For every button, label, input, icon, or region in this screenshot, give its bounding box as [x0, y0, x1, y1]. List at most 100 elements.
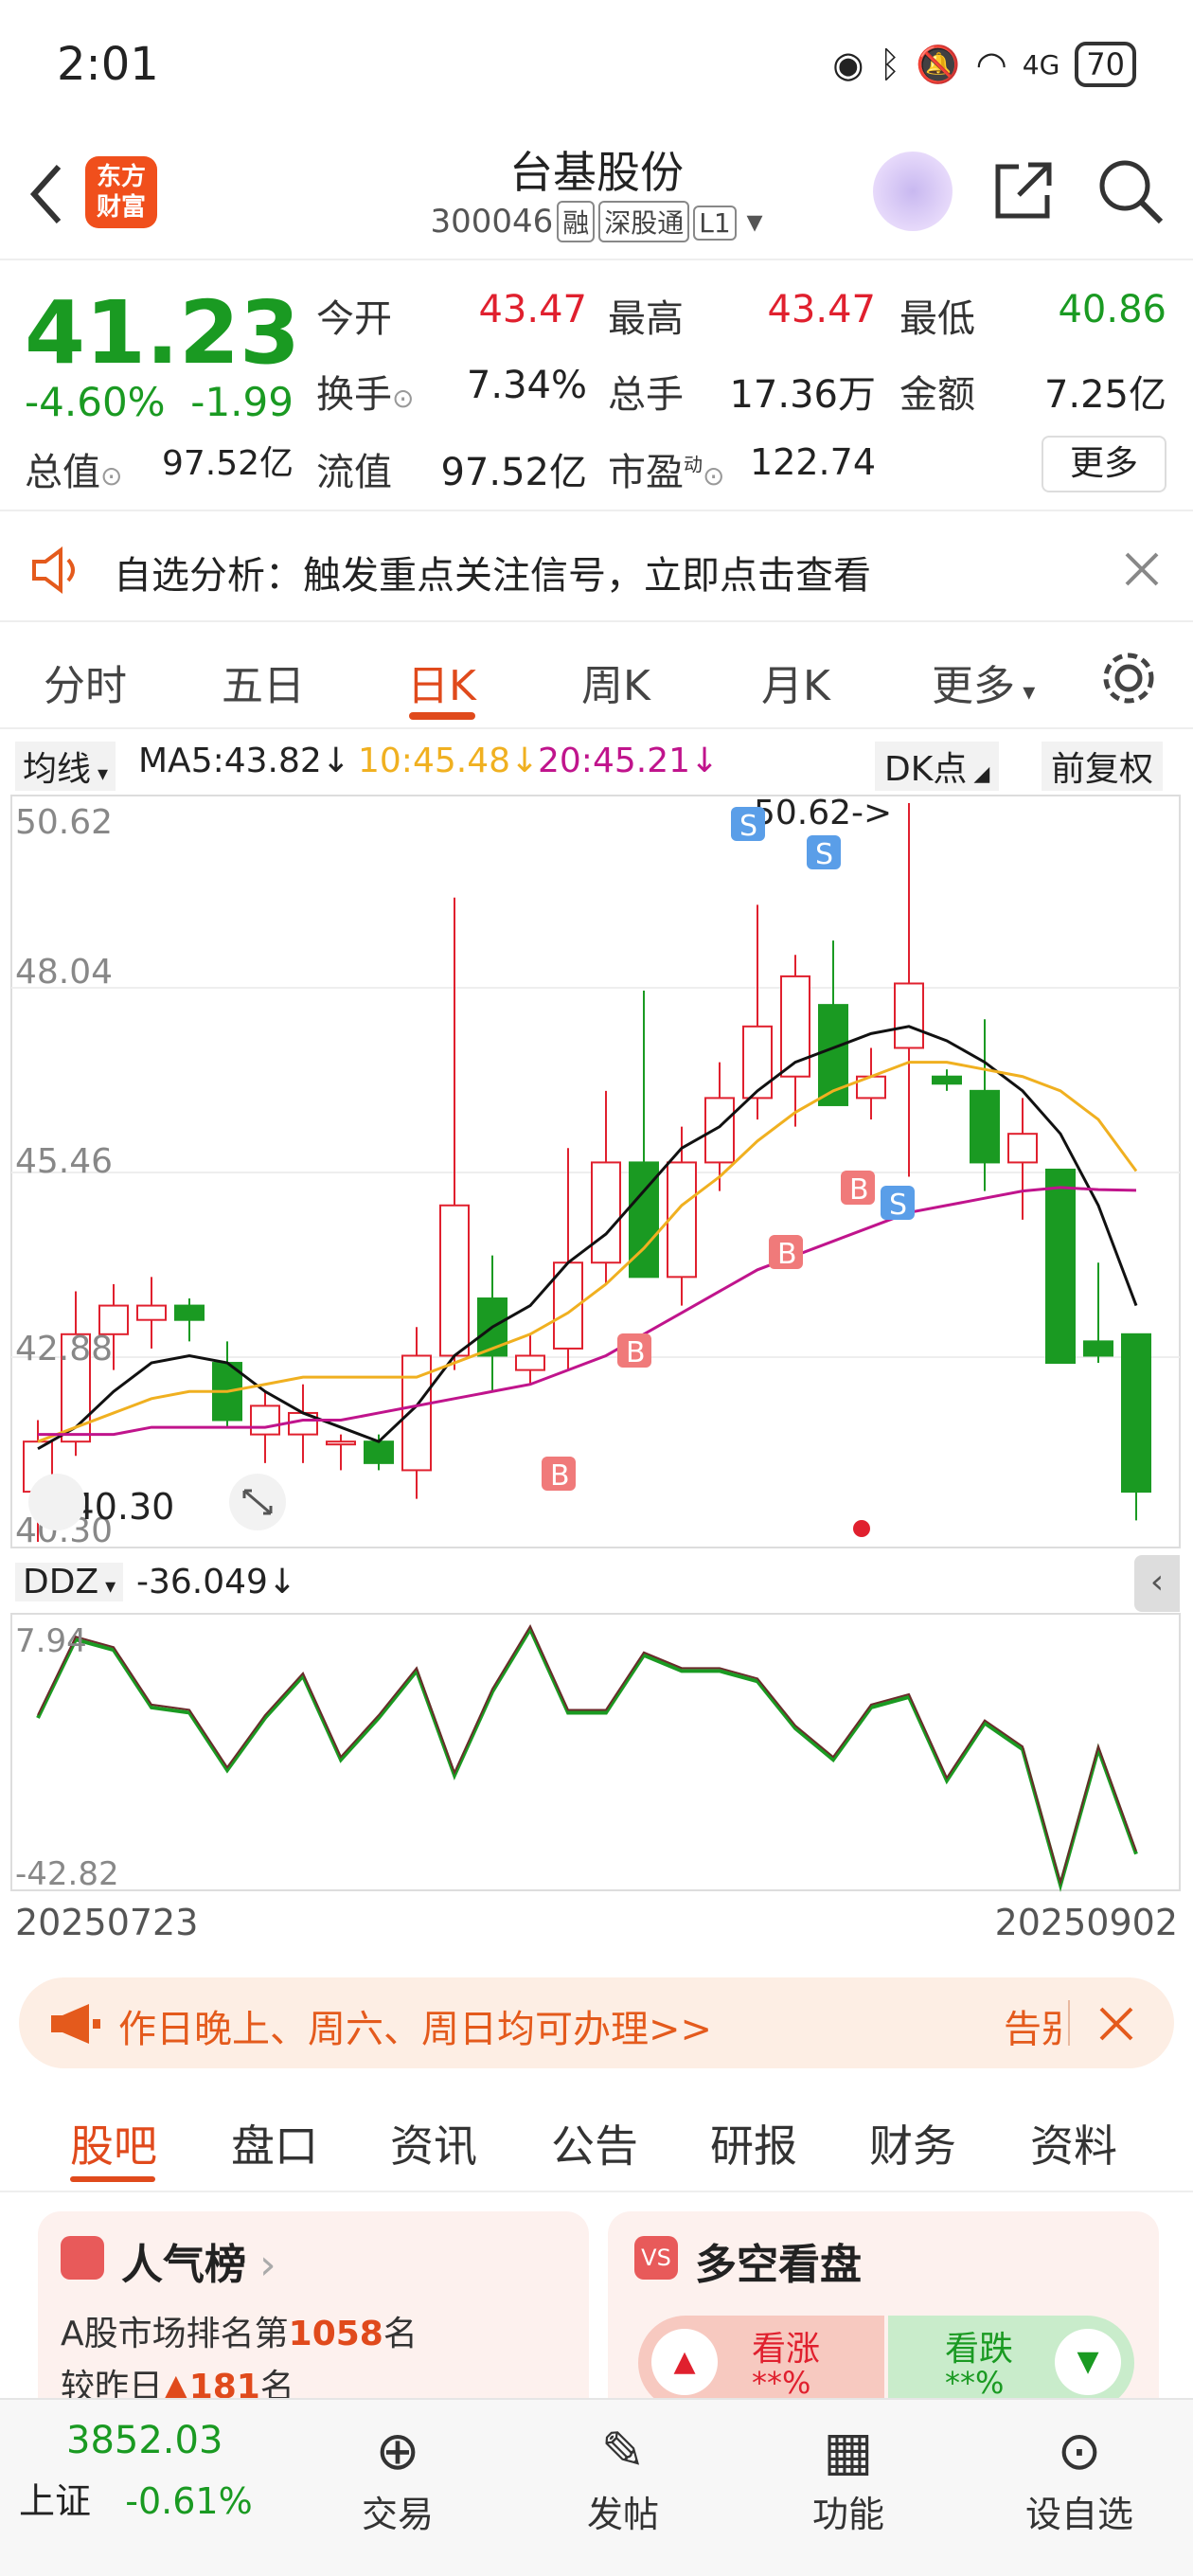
status-time: 2:01 [57, 38, 159, 91]
eye-icon: ◉ [832, 44, 864, 85]
date-start: 20250723 [15, 1902, 199, 1943]
turnover-label: 换手⊙ [316, 373, 415, 417]
tab-more[interactable]: 更多 ▾ [932, 652, 1035, 712]
collapse-panel-icon[interactable]: ‹ [1134, 1555, 1180, 1612]
y-tick-3: 45.46 [15, 1142, 113, 1181]
high-value: 43.47 [767, 288, 876, 331]
candle-body [250, 1404, 280, 1436]
ddz-chart[interactable]: 7.94 -42.82 [0, 1612, 1193, 1896]
subtab-news[interactable]: 资讯 [390, 2112, 477, 2174]
subtab-forum[interactable]: 股吧 [70, 2112, 157, 2174]
mute-icon: 🔕 [916, 43, 961, 85]
subtab-research[interactable]: 研报 [710, 2112, 797, 2174]
change-line: -4.60% -1.99 [25, 379, 294, 425]
svg-text:S: S [889, 1189, 907, 1222]
bull-button[interactable]: ▲ 看涨 **% [638, 2316, 884, 2410]
vs-icon: VS [634, 2236, 678, 2280]
bear-button[interactable]: 看跌 **% ▼ [888, 2316, 1134, 2410]
kline-chart[interactable]: 50.62 48.04 45.46 42.88 40.30 50.62-> <-… [0, 794, 1193, 1551]
settings-icon[interactable] [1098, 648, 1159, 708]
index-ticker[interactable]: 3852.03 上证 -0.61% [19, 2419, 294, 2524]
candle-body [1121, 1333, 1151, 1494]
more-button[interactable]: 更多 [1042, 436, 1166, 492]
megaphone-icon [51, 2004, 100, 2044]
close-icon[interactable] [1123, 550, 1161, 588]
candle-body [174, 1304, 205, 1321]
subtab-orderbook[interactable]: 盘口 [231, 2112, 318, 2174]
svg-text:S: S [815, 838, 833, 871]
tab-daily-k[interactable]: 日K [407, 652, 476, 712]
adjust-selector[interactable]: 前复权 [1042, 742, 1164, 791]
buy-marker[interactable]: B [841, 1171, 875, 1207]
battery-icon: 70 [1075, 42, 1136, 87]
bull-bear-card[interactable]: VS 多空看盘 ▲ 看涨 **% 看跌 **% ▼ [608, 2211, 1159, 2429]
svg-text:B: B [777, 1238, 797, 1271]
candle-body [667, 1161, 697, 1279]
sell-marker[interactable]: S [807, 835, 841, 871]
candle-body [1045, 1168, 1076, 1365]
candle-body [326, 1440, 356, 1446]
grid-icon: ▦ [823, 2421, 874, 2482]
edit-icon: ✎ [600, 2421, 646, 2482]
ma10-label: 10:45.48↓ [358, 742, 540, 780]
nav-trade[interactable]: ⊕ 交易 [350, 2419, 445, 2537]
promo-banner[interactable]: 作日晚上、周六、周日均可办理>> 告别 [19, 1977, 1174, 2068]
last-price: 41.23 [25, 282, 301, 384]
popularity-card[interactable]: 人气榜 › A股市场排名第1058名 较昨日▲181名 [38, 2211, 589, 2429]
dk-point-selector[interactable]: DK点 ◢ [875, 742, 1000, 791]
total-cap-label: 总值⊙ [25, 451, 123, 494]
nav-add-watchlist[interactable]: ⊙ 设自选 [1013, 2419, 1146, 2537]
svg-text:B: B [849, 1173, 869, 1207]
candle-body [439, 1204, 470, 1357]
candle-body [364, 1440, 394, 1464]
buy-marker[interactable]: B [542, 1457, 576, 1493]
tab-intraday[interactable]: 分时 [44, 652, 127, 712]
candle-body [894, 982, 924, 1049]
y-tick-2: 48.04 [15, 953, 113, 992]
assistant-avatar[interactable] [873, 152, 953, 231]
sell-marker[interactable]: S [731, 807, 765, 843]
banner-tail: 告别 [1004, 2008, 1062, 2051]
notice-bar[interactable]: 自选分析：触发重点关注信号，立即点击查看 [0, 516, 1193, 622]
ma-selector[interactable]: 均线 ▾ [15, 742, 116, 791]
buy-marker[interactable]: B [617, 1333, 651, 1369]
ddz-min-label: -42.82 [15, 1855, 119, 1893]
open-value: 43.47 [478, 288, 587, 331]
nav-functions[interactable]: ▦ 功能 [801, 2419, 896, 2537]
bluetooth-icon: ᛒ [879, 44, 901, 85]
subtab-finance[interactable]: 财务 [869, 2112, 956, 2174]
y-tick-max: 50.62 [15, 803, 113, 842]
wifi-icon: ◠ [975, 44, 1007, 85]
active-tab-indicator [409, 712, 475, 720]
max-price-label: 50.62-> [754, 794, 892, 832]
sell-marker[interactable]: S [881, 1186, 915, 1222]
nav-post[interactable]: ✎ 发帖 [576, 2419, 670, 2537]
banner-text: 作日晚上、周六、周日均可办理>> [118, 2008, 713, 2051]
candle-body [742, 1025, 773, 1100]
today-dot [853, 1520, 870, 1537]
buy-marker[interactable]: B [769, 1235, 803, 1271]
ddz-line [36, 1624, 1138, 1892]
subtab-profile[interactable]: 资料 [1030, 2112, 1117, 2174]
open-label: 今开 [316, 297, 392, 341]
candle-body [970, 1089, 1000, 1164]
subtab-indicator [70, 2176, 155, 2182]
tab-weekly-k[interactable]: 周K [581, 652, 650, 712]
rewind-icon[interactable] [28, 1474, 85, 1530]
candle-body [704, 1097, 735, 1164]
ma5-line [37, 1025, 1138, 1451]
svg-text:B: B [550, 1459, 570, 1493]
pe-label: 市盈动⊙ [608, 451, 725, 494]
subtab-announcements[interactable]: 公告 [551, 2112, 638, 2174]
low-label: 最低 [899, 297, 975, 341]
close-icon[interactable] [1098, 2006, 1134, 2042]
tab-monthly-k[interactable]: 月K [761, 652, 830, 712]
down-arrow-icon: ▼ [1055, 2329, 1121, 2395]
bull-bear-title: 多空看盘 [695, 2241, 862, 2289]
indicator-selector[interactable]: DDZ ▾ [15, 1563, 124, 1601]
share-icon[interactable] [990, 157, 1057, 224]
more-dots-icon: ⊙ [1057, 2421, 1102, 2482]
tab-five-day[interactable]: 五日 [222, 652, 305, 712]
network-label: 4G [1022, 48, 1060, 80]
search-icon[interactable] [1095, 155, 1166, 227]
